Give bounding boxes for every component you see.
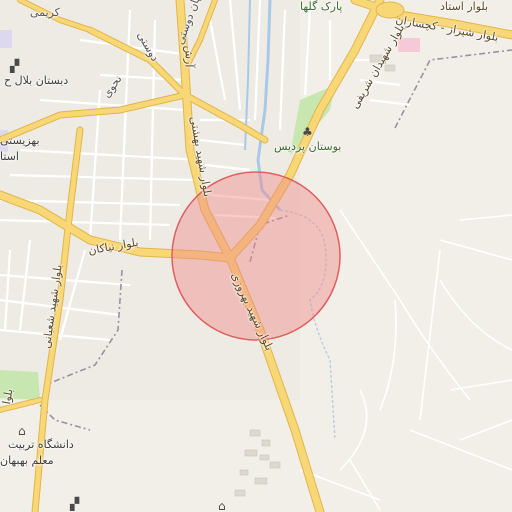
street-label-karimi: کریمی xyxy=(30,6,60,19)
poi-area-pink xyxy=(398,38,420,52)
school-icon: ▞ xyxy=(10,59,20,73)
road-label-arash: آرش xyxy=(182,45,196,68)
park-label-golha: پارک گلها xyxy=(300,0,343,13)
road-label-bolvar-left: بلوا xyxy=(0,387,16,406)
map-canvas xyxy=(0,0,512,512)
school-area xyxy=(0,30,12,48)
poi-label-behzisti-2: استا xyxy=(0,150,19,163)
tree-icon: ♣ xyxy=(302,125,313,139)
poi-label-university-2: معلم بهبهان xyxy=(0,454,54,467)
map-view[interactable]: کریمی جهان دوستی دوستی پارک گلها بلوار ا… xyxy=(0,0,512,512)
poi-label-university: دانشگاه تربیت xyxy=(8,438,74,451)
park-label-pardis: بوستان پردیس xyxy=(274,140,342,153)
road-label-bolvar-top: بلوار استاد xyxy=(440,0,489,13)
school-icon-bottom: ▞ xyxy=(70,497,80,511)
poi-label-behzisti: بهزیستی xyxy=(0,134,40,147)
university-icon: ⌂ xyxy=(18,424,26,438)
university-icon-bottom: ⌂ xyxy=(218,499,226,512)
poi-label-school-bilal: دبستان بلال ح xyxy=(4,74,69,87)
